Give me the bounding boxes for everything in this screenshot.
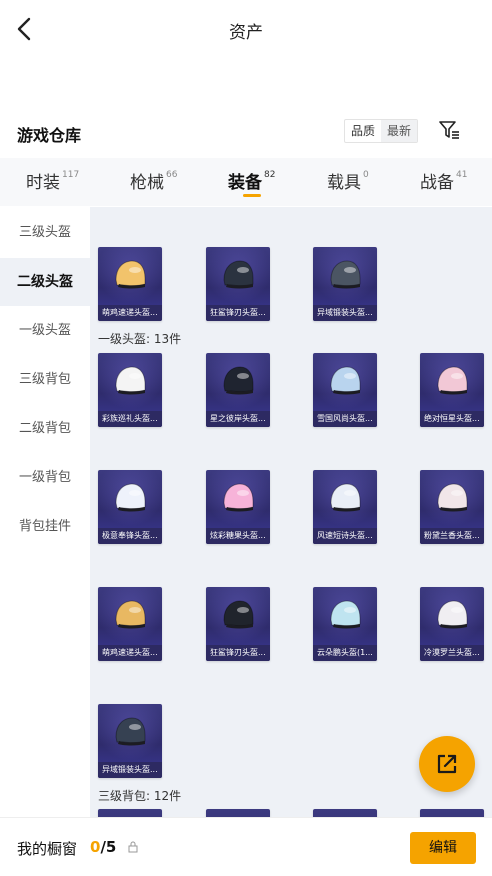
item-card[interactable]: 狂鲨锋刃头盔... (206, 587, 270, 661)
item-card-name: 绝对恒星头盔... (420, 411, 484, 427)
warehouse-header: 游戏仓库 品质 最新 (0, 116, 492, 152)
tab-count: 66 (166, 170, 178, 180)
item-card-name: 星之彼岸头盔... (206, 411, 270, 427)
tab-supplies[interactable]: 战备 41 (420, 168, 467, 193)
sidebar-item-level2-helmet[interactable]: 二级头盔 (0, 258, 90, 306)
sort-latest-option[interactable]: 最新 (381, 120, 418, 142)
warehouse-title: 游戏仓库 (17, 126, 82, 145)
item-card-name: 异域锻装头盔... (313, 305, 377, 321)
filter-list-icon (439, 121, 459, 139)
helmet-icon (223, 366, 254, 395)
item-card-name: 炫彩糖果头盔... (206, 528, 270, 544)
subcategory-sidebar: 三级头盔 二级头盔 一级头盔 三级背包 二级背包 一级背包 背包挂件 (0, 207, 90, 817)
tab-firearms[interactable]: 枪械 66 (130, 168, 177, 193)
tab-count: 0 (363, 170, 369, 180)
item-card[interactable]: 萌鸡速递头盔... (98, 587, 162, 661)
tab-label: 战备 (420, 173, 454, 193)
helmet-icon (115, 483, 146, 512)
section-label-level3-backpack: 三级背包: 12件 (98, 789, 182, 803)
tab-count: 82 (264, 170, 276, 180)
item-card[interactable]: 狂鲨锋刃头盔... (206, 247, 270, 321)
showcase-bar: 我的橱窗 0/5 编辑 (0, 817, 492, 876)
helmet-icon (115, 717, 146, 746)
top-bar: 资产 (0, 0, 492, 58)
sidebar-item-level3-backpack[interactable]: 三级背包 (0, 356, 90, 404)
item-card[interactable]: 异域锻装头盔... (313, 247, 377, 321)
item-card[interactable]: 极意奉锋头盔... (98, 470, 162, 544)
helmet-icon (330, 600, 361, 629)
item-card-name: 彩族巡礼头盔... (98, 411, 162, 427)
item-card[interactable]: 彩族巡礼头盔... (98, 353, 162, 427)
showcase-count: 0/5 (90, 838, 116, 856)
edit-button[interactable]: 编辑 (410, 832, 476, 864)
item-card-name: 雪国风尚头盔... (313, 411, 377, 427)
item-card[interactable] (206, 809, 270, 817)
helmet-icon (223, 483, 254, 512)
lock-icon (128, 841, 138, 853)
item-card-name: 冷漠罗兰头盔... (420, 645, 484, 661)
item-card[interactable] (420, 809, 484, 817)
tab-count: 117 (62, 170, 80, 180)
item-card[interactable]: 星之彼岸头盔... (206, 353, 270, 427)
sort-toggle: 品质 最新 (344, 119, 419, 143)
helmet-icon (115, 366, 146, 395)
sidebar-item-level1-helmet[interactable]: 一级头盔 (0, 307, 90, 355)
helmet-icon (223, 260, 254, 289)
sidebar-item-level2-backpack[interactable]: 二级背包 (0, 405, 90, 453)
item-card-name: 萌鸡速递头盔... (98, 645, 162, 661)
share-fab-button[interactable] (419, 736, 475, 792)
item-card-name: 粉黛兰香头盔... (420, 528, 484, 544)
active-tab-indicator (243, 194, 261, 197)
sidebar-item-backpack-charm[interactable]: 背包挂件 (0, 503, 90, 551)
item-card[interactable]: 绝对恒星头盔... (420, 353, 484, 427)
item-card[interactable]: 萌鸡速递头盔... (98, 247, 162, 321)
item-card[interactable]: 粉黛兰香头盔... (420, 470, 484, 544)
item-card[interactable]: 雪国风尚头盔... (313, 353, 377, 427)
item-card-name: 狂鲨锋刃头盔... (206, 305, 270, 321)
item-card[interactable]: 云朵鹏头盔(1... (313, 587, 377, 661)
helmet-icon (437, 366, 468, 395)
sidebar-item-level3-helmet[interactable]: 三级头盔 (0, 209, 90, 257)
helmet-icon (330, 366, 361, 395)
tab-fashion[interactable]: 时装 117 (26, 168, 79, 193)
helmet-icon (115, 260, 146, 289)
tab-label: 装备 (228, 173, 262, 193)
item-card[interactable]: 冷漠罗兰头盔... (420, 587, 484, 661)
tab-count: 41 (456, 170, 468, 180)
sidebar-item-level1-backpack[interactable]: 一级背包 (0, 454, 90, 502)
item-card[interactable] (98, 809, 162, 817)
filter-button[interactable] (438, 119, 460, 141)
helmet-icon (437, 483, 468, 512)
sort-quality-option[interactable]: 品质 (345, 120, 381, 142)
tab-vehicles[interactable]: 载具 0 (327, 168, 369, 193)
item-card[interactable]: 炫彩糖果头盔... (206, 470, 270, 544)
item-card[interactable]: 风速短诗头盔... (313, 470, 377, 544)
page-title: 资产 (229, 23, 263, 43)
item-card[interactable] (313, 809, 377, 817)
section-label-level1-helmet: 一级头盔: 13件 (98, 332, 182, 346)
external-link-icon (437, 754, 457, 774)
helmet-icon (115, 600, 146, 629)
item-card-name: 萌鸡速递头盔... (98, 305, 162, 321)
item-card-name: 狂鲨锋刃头盔... (206, 645, 270, 661)
helmet-icon (437, 600, 468, 629)
item-card-name: 风速短诗头盔... (313, 528, 377, 544)
showcase-label: 我的橱窗 (17, 840, 78, 858)
helmet-icon (223, 600, 254, 629)
item-card-name: 极意奉锋头盔... (98, 528, 162, 544)
tab-label: 时装 (26, 173, 60, 193)
showcase-total: /5 (100, 838, 117, 856)
helmet-icon (330, 260, 361, 289)
item-card-name: 异域锻装头盔... (98, 762, 162, 778)
tab-equipment[interactable]: 装备 82 (228, 168, 275, 193)
tab-label: 载具 (327, 173, 361, 193)
item-grid: 一级头盔: 13件 三级背包: 12件 萌鸡速递头盔... 狂鲨锋刃头盔... 异域… (90, 207, 492, 817)
tab-label: 枪械 (130, 173, 164, 193)
helmet-icon (330, 483, 361, 512)
item-card-name: 云朵鹏头盔(1... (313, 645, 377, 661)
category-tabs: 时装 117 枪械 66 装备 82 载具 0 战备 41 (0, 158, 492, 206)
showcase-current: 0 (90, 838, 101, 856)
item-card[interactable]: 异域锻装头盔... (98, 704, 162, 778)
